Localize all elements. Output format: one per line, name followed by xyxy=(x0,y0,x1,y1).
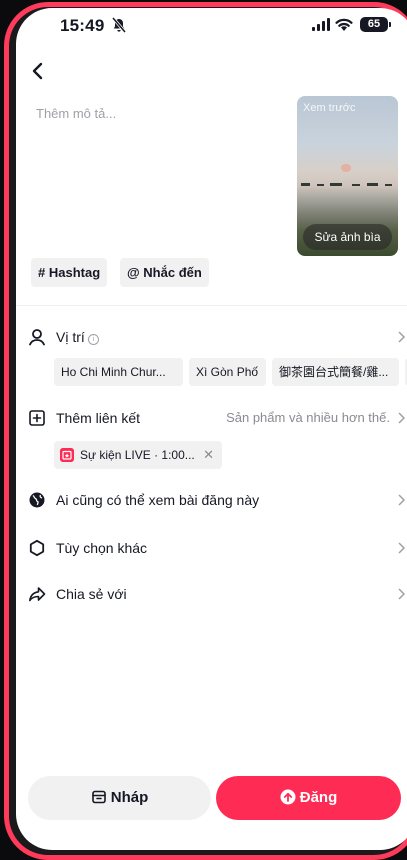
edit-cover-button[interactable]: Sửa ảnh bìa xyxy=(303,224,392,250)
draft-box-icon xyxy=(91,790,106,804)
back-arrow-icon[interactable] xyxy=(28,60,48,82)
location-label: Vị trí i xyxy=(56,329,99,345)
chevron-right-icon xyxy=(398,588,406,600)
remove-link-icon[interactable]: ✕ xyxy=(203,441,214,469)
battery-indicator: 65 xyxy=(360,17,391,32)
settings-gear-icon xyxy=(29,539,45,557)
chevron-right-icon xyxy=(398,542,406,554)
location-suggestion[interactable]: 御茶園台式簡餐/雞... xyxy=(272,358,399,386)
description-input[interactable]: Thêm mô tả... xyxy=(36,106,116,121)
cellular-signal-icon xyxy=(312,18,330,31)
cover-sun xyxy=(341,164,351,172)
status-time: 15:49 xyxy=(60,16,105,35)
chevron-right-icon xyxy=(398,412,406,424)
location-row[interactable]: Vị trí i xyxy=(16,322,407,352)
share-with-label: Chia sẻ với xyxy=(56,586,127,602)
live-event-icon xyxy=(60,448,74,462)
attached-link-text: Sự kiện LIVE · 1:00... xyxy=(80,448,195,462)
post-button[interactable]: Đăng xyxy=(216,776,401,820)
cover-thumbnail[interactable]: Xem trước Sửa ảnh bìa xyxy=(297,96,398,256)
draft-label: Nháp xyxy=(110,789,149,806)
add-link-row[interactable]: Thêm liên kết Sản phẩm và nhiều hơn thế. xyxy=(16,403,407,433)
draft-button[interactable]: Nháp xyxy=(28,776,211,820)
share-arrow-icon xyxy=(29,587,46,602)
chevron-right-icon xyxy=(398,331,406,343)
location-pin-icon xyxy=(29,329,45,346)
privacy-label: Ai cũng có thể xem bài đăng này xyxy=(56,492,260,508)
location-suggestion[interactable]: Xì Gòn Phố xyxy=(189,358,266,386)
post-label: Đăng xyxy=(299,789,338,806)
hashtag-button[interactable]: # Hashtag xyxy=(31,258,108,287)
silent-bell-icon xyxy=(112,17,126,33)
add-link-label: Thêm liên kết xyxy=(56,410,141,426)
globe-icon xyxy=(29,492,45,508)
chevron-right-icon xyxy=(398,494,406,506)
attached-link-chip[interactable]: Sự kiện LIVE · 1:00... ✕ xyxy=(54,441,222,469)
wifi-icon xyxy=(335,18,353,31)
cover-boats xyxy=(301,183,392,186)
more-options-label: Tùy chọn khác xyxy=(56,540,148,556)
share-with-row[interactable]: Chia sẻ với xyxy=(16,579,407,609)
location-suggestion[interactable]: Ho Chi Minh Chur... xyxy=(54,358,183,386)
info-icon[interactable]: i xyxy=(87,334,99,345)
privacy-row[interactable]: Ai cũng có thể xem bài đăng này xyxy=(16,485,407,515)
status-bar: 15:49 65 xyxy=(16,8,407,42)
bottom-actions: Nháp Đăng xyxy=(16,776,407,822)
more-options-row[interactable]: Tùy chọn khác xyxy=(16,533,407,563)
upload-arrow-icon xyxy=(280,789,296,805)
screen: 15:49 65 Thêm mô tả... Xem trước Sửa ảnh… xyxy=(16,8,407,850)
add-link-hint: Sản phẩm và nhiều hơn thế. xyxy=(226,410,390,425)
add-link-icon xyxy=(29,410,45,426)
mention-button[interactable]: @ Nhắc đến xyxy=(120,258,209,287)
section-divider xyxy=(16,305,407,306)
cover-preview-label: Xem trước xyxy=(303,102,356,114)
